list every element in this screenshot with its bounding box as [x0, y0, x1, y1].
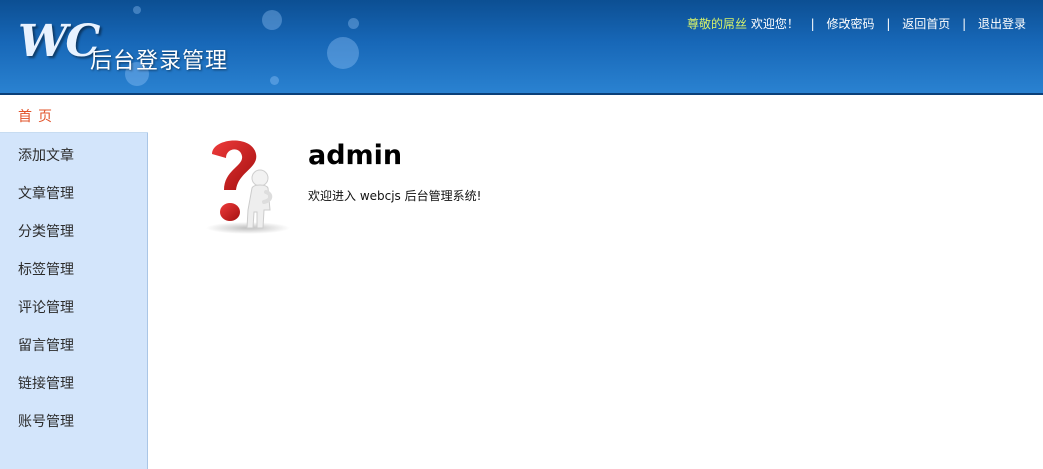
- separator: |: [810, 17, 815, 31]
- decorative-bubble: [270, 76, 279, 85]
- sidebar-item-label: 首页: [18, 109, 58, 125]
- separator: |: [886, 17, 891, 31]
- back-home-link[interactable]: 返回首页: [902, 17, 950, 31]
- username: 尊敬的屌丝: [686, 17, 747, 31]
- logout-link[interactable]: 退出登录: [978, 17, 1026, 31]
- sidebar-item-label: 留言管理: [18, 338, 74, 354]
- top-links: 尊敬的屌丝 欢迎您！ | 修改密码 | 返回首页 | 退出登录: [687, 15, 1026, 32]
- sidebar-item-add-article[interactable]: 添加文章: [0, 133, 147, 171]
- decorative-bubble: [348, 18, 359, 29]
- sidebar-menu: 添加文章 文章管理 分类管理 标签管理 评论管理 留言管理 链接管理 账号管理: [0, 133, 148, 469]
- sidebar-item-category-management[interactable]: 分类管理: [0, 209, 147, 247]
- page-title: admin: [308, 140, 403, 171]
- sidebar-item-article-management[interactable]: 文章管理: [0, 171, 147, 209]
- sidebar-item-label: 链接管理: [18, 376, 74, 392]
- question-mark-figure-icon: [200, 132, 296, 236]
- sidebar-item-label: 分类管理: [18, 224, 74, 240]
- logo: WC: [18, 16, 100, 67]
- decorative-bubble: [133, 6, 141, 14]
- sidebar-item-home[interactable]: 首页: [0, 95, 148, 133]
- site-title: 后台登录管理: [90, 49, 229, 74]
- change-password-link[interactable]: 修改密码: [827, 17, 875, 31]
- header-divider: [0, 93, 1043, 95]
- sidebar: 首页 添加文章 文章管理 分类管理 标签管理 评论管理 留言管理 链接管理 账号…: [0, 95, 148, 469]
- greeting-text: 欢迎您！: [750, 17, 799, 31]
- sidebar-item-label: 文章管理: [18, 186, 74, 202]
- sidebar-item-comment-management[interactable]: 评论管理: [0, 285, 147, 323]
- header-banner: WC 后台登录管理 尊敬的屌丝 欢迎您！ | 修改密码 | 返回首页 | 退出登…: [0, 0, 1043, 93]
- sidebar-item-message-management[interactable]: 留言管理: [0, 323, 147, 361]
- sidebar-item-label: 标签管理: [18, 262, 74, 278]
- welcome-message: 欢迎进入 webcjs 后台管理系统!: [308, 189, 482, 203]
- sidebar-item-label: 评论管理: [18, 300, 74, 316]
- sidebar-item-account-management[interactable]: 账号管理: [0, 399, 147, 437]
- sidebar-item-label: 添加文章: [18, 148, 74, 164]
- decorative-bubble: [327, 37, 359, 69]
- separator: |: [962, 17, 967, 31]
- sidebar-item-tag-management[interactable]: 标签管理: [0, 247, 147, 285]
- sidebar-item-link-management[interactable]: 链接管理: [0, 361, 147, 399]
- sidebar-item-label: 账号管理: [18, 414, 74, 430]
- decorative-bubble: [262, 10, 282, 30]
